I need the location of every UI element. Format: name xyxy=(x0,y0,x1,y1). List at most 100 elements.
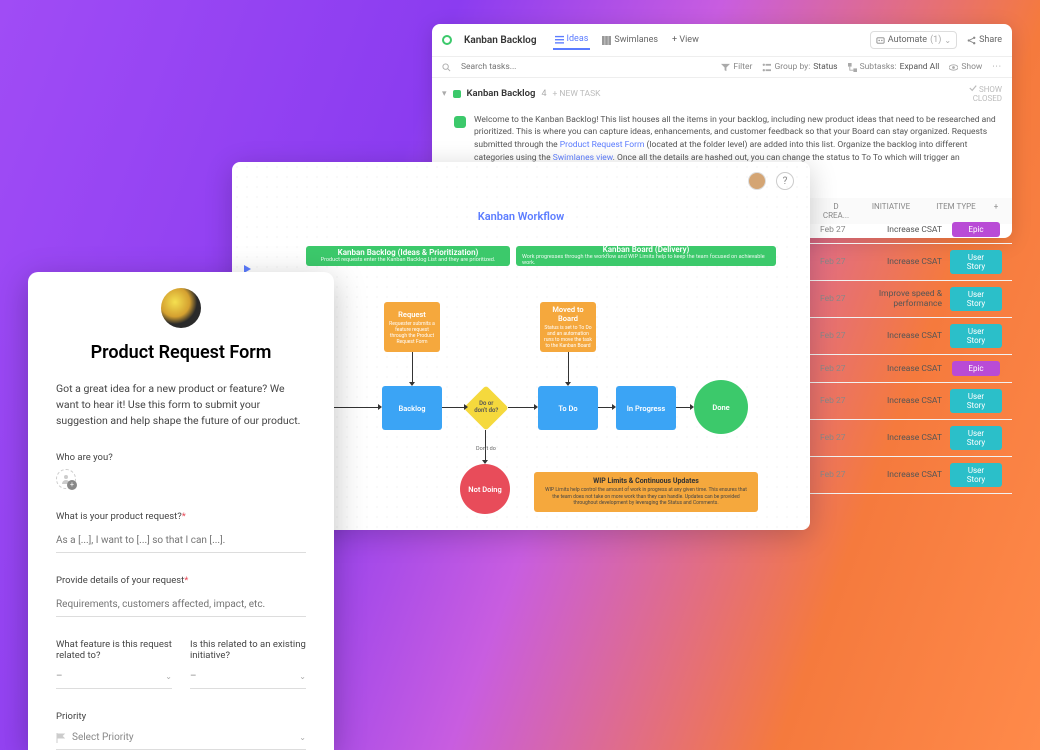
cell-item-type: User Story xyxy=(946,463,1006,487)
field-request: What is your product request?* xyxy=(56,511,306,553)
show-closed-button[interactable]: SHOW CLOSED xyxy=(969,84,1002,104)
tab-swimlanes-label: Swimlanes xyxy=(614,35,658,45)
node-decision[interactable]: Do or don't do? xyxy=(463,385,508,430)
view-tabs: Ideas Swimlanes + View xyxy=(553,30,701,50)
chevron-down-icon: ⌄ xyxy=(299,672,306,681)
cell-item-type: Epic xyxy=(946,361,1006,376)
tab-add-view-label: + View xyxy=(672,35,699,45)
link-request-form[interactable]: Product Request Form xyxy=(560,140,645,150)
table-row[interactable]: Feb 27 Increase CSAT User Story xyxy=(810,318,1012,355)
node-done[interactable]: Done xyxy=(694,380,748,434)
node-request[interactable]: RequestRequester submits a feature reque… xyxy=(384,302,440,352)
tab-ideas[interactable]: Ideas xyxy=(553,30,591,50)
section-count: 4 xyxy=(541,89,546,99)
cell-initiative: Increase CSAT xyxy=(856,331,946,341)
field-initiative: Is this related to an existing initiativ… xyxy=(190,639,306,689)
lane-board: Kanban Board (Delivery)Work progresses t… xyxy=(516,246,776,266)
field-feature: What feature is this request related to?… xyxy=(56,639,172,689)
cell-item-type: Epic xyxy=(946,222,1006,237)
table-row[interactable]: Feb 27 Increase CSAT Epic xyxy=(810,355,1012,383)
chevron-down-icon: ⌄ xyxy=(944,36,951,45)
eye-icon xyxy=(949,63,958,72)
arrow xyxy=(340,407,378,408)
section-title: Kanban Backlog xyxy=(467,88,536,99)
label-who: Who are you? xyxy=(56,452,306,463)
check-icon xyxy=(969,84,977,92)
form-description: Got a great idea for a new product or fe… xyxy=(56,381,306,428)
tab-ideas-label: Ideas xyxy=(567,34,589,44)
form-avatar xyxy=(161,288,201,328)
node-moved[interactable]: Moved to BoardStatus is set to To Do and… xyxy=(540,302,596,352)
filter-icon xyxy=(721,63,730,72)
group-icon xyxy=(762,63,771,72)
cell-initiative: Increase CSAT xyxy=(856,225,946,235)
table-row[interactable]: Feb 27 Increase CSAT User Story xyxy=(810,457,1012,494)
label-initiative: Is this related to an existing initiativ… xyxy=(190,639,306,661)
cell-date: Feb 27 xyxy=(816,257,856,267)
cell-initiative: Increase CSAT xyxy=(856,257,946,267)
cell-date: Feb 27 xyxy=(816,225,856,235)
list-title: Kanban Backlog xyxy=(464,35,537,46)
subtasks-icon xyxy=(848,63,857,72)
node-inprogress[interactable]: In Progress xyxy=(616,386,676,430)
feature-select[interactable]: –⌄ xyxy=(56,667,172,689)
table-row[interactable]: Feb 27 Improve speed & performance User … xyxy=(810,281,1012,318)
priority-select[interactable]: Select Priority ⌄ xyxy=(56,728,306,750)
label-feature: What feature is this request related to? xyxy=(56,639,172,661)
table-row[interactable]: Feb 27 Increase CSAT User Story xyxy=(810,420,1012,457)
share-button[interactable]: Share xyxy=(967,35,1002,45)
field-priority: Priority Select Priority ⌄ xyxy=(56,711,306,750)
chevron-down-icon: ⌄ xyxy=(299,733,306,742)
cell-initiative: Increase CSAT xyxy=(856,433,946,443)
cell-item-type: User Story xyxy=(946,426,1006,450)
kanban-section-header: ▾ Kanban Backlog 4 + NEW TASK SHOW CLOSE… xyxy=(432,78,1012,110)
table-row[interactable]: Feb 27 Increase CSAT User Story xyxy=(810,383,1012,420)
subtasks-button[interactable]: Subtasks: Expand All xyxy=(848,62,940,72)
automate-button[interactable]: Automate (1) ⌄ xyxy=(870,31,957,49)
lane-backlog: Kanban Backlog (Ideas & Prioritization)P… xyxy=(306,246,510,266)
field-who: Who are you? xyxy=(56,452,306,489)
request-input[interactable] xyxy=(56,531,306,553)
cell-initiative: Increase CSAT xyxy=(856,396,946,406)
search-icon xyxy=(442,63,451,72)
node-todo[interactable]: To Do xyxy=(538,386,598,430)
help-button[interactable]: ? xyxy=(776,172,794,190)
cell-item-type: User Story xyxy=(946,250,1006,274)
tab-swimlanes[interactable]: Swimlanes xyxy=(600,30,660,50)
label-details: Provide details of your request* xyxy=(56,575,306,586)
group-by-button[interactable]: Group by: Status xyxy=(762,62,837,72)
kanban-filterbar: Filter Group by: Status Subtasks: Expand… xyxy=(432,57,1012,78)
filter-button[interactable]: Filter xyxy=(721,62,752,72)
details-input[interactable] xyxy=(56,595,306,617)
list-status-icon xyxy=(442,35,452,45)
assignee-picker[interactable] xyxy=(56,469,76,489)
cell-item-type: User Story xyxy=(946,287,1006,311)
collapse-icon[interactable]: ▾ xyxy=(442,89,447,99)
chevron-down-icon: ⌄ xyxy=(165,672,172,681)
avatar[interactable] xyxy=(748,172,766,190)
search-input[interactable] xyxy=(461,62,541,72)
wip-note: WIP Limits & Continuous Updates WIP Limi… xyxy=(534,472,758,512)
cell-initiative: Increase CSAT xyxy=(856,470,946,480)
new-task-button[interactable]: + NEW TASK xyxy=(553,89,601,99)
cell-date: Feb 27 xyxy=(816,364,856,374)
table-body: Feb 27 Increase CSAT EpicFeb 27 Increase… xyxy=(810,216,1012,494)
cell-date: Feb 27 xyxy=(816,470,856,480)
tab-add-view[interactable]: + View xyxy=(670,30,701,50)
workflow-title: Kanban Workflow xyxy=(232,210,810,223)
table-row[interactable]: Feb 27 Increase CSAT Epic xyxy=(810,216,1012,244)
cell-item-type: User Story xyxy=(946,389,1006,413)
cell-item-type: User Story xyxy=(946,324,1006,348)
form-title: Product Request Form xyxy=(56,342,306,363)
status-open-icon xyxy=(453,90,461,98)
task-checkbox[interactable] xyxy=(454,116,466,128)
initiative-select[interactable]: –⌄ xyxy=(190,667,306,689)
share-icon xyxy=(967,36,976,45)
node-notdoing[interactable]: Not Doing xyxy=(460,464,510,514)
kanban-topbar: Kanban Backlog Ideas Swimlanes + View Au… xyxy=(432,24,1012,57)
cell-date: Feb 27 xyxy=(816,294,856,304)
show-button[interactable]: Show xyxy=(949,62,982,72)
more-icon[interactable]: ··· xyxy=(992,62,1002,72)
node-backlog[interactable]: Backlog xyxy=(382,386,442,430)
table-row[interactable]: Feb 27 Increase CSAT User Story xyxy=(810,244,1012,281)
